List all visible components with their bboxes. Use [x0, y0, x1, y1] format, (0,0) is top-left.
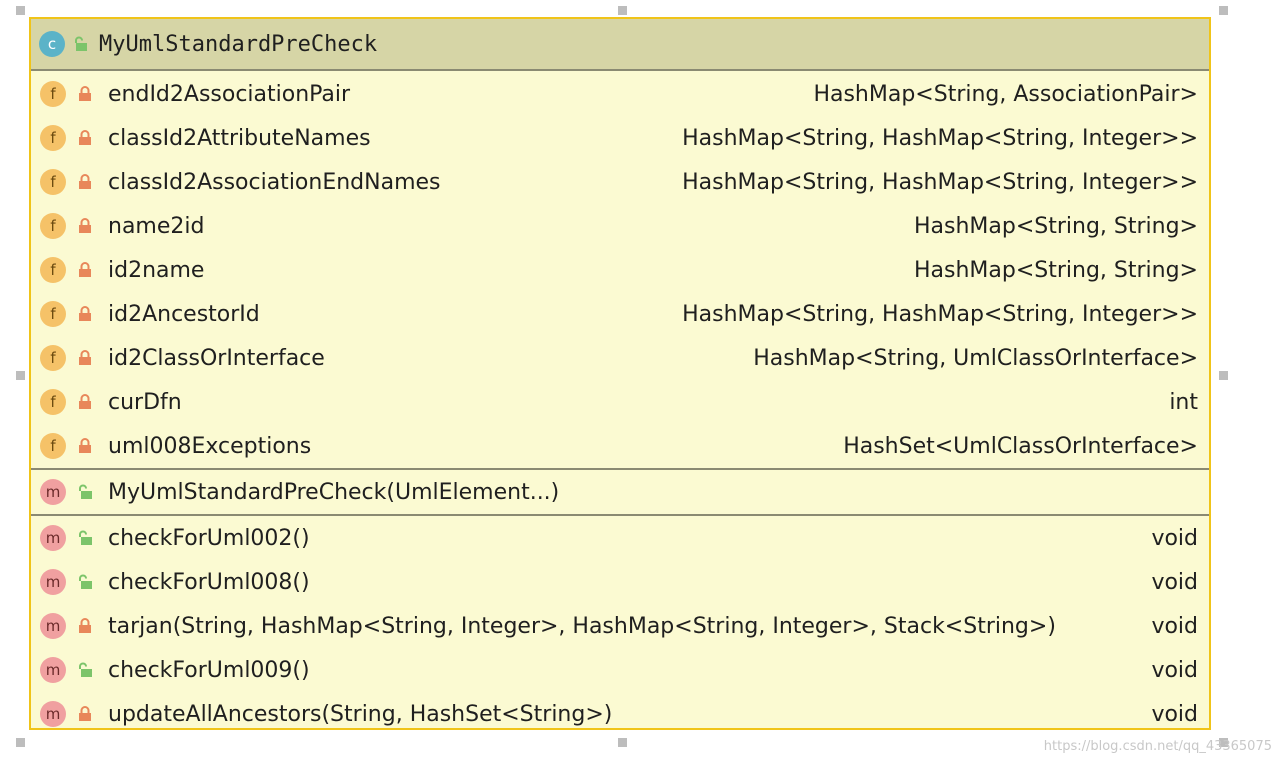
method-name: checkForUml008()	[108, 569, 310, 595]
method-icon: m	[40, 479, 66, 505]
field-name: uml008Exceptions	[108, 433, 312, 459]
method-type: void	[1151, 569, 1198, 595]
method-icon: m	[40, 701, 66, 727]
constructor-row[interactable]: m MyUmlStandardPreCheck(UmlElement...)	[31, 470, 1209, 514]
lock-closed-icon	[79, 130, 91, 145]
field-type: HashMap<String, HashMap<String, Integer>…	[682, 169, 1198, 195]
field-name: id2AncestorId	[108, 301, 260, 327]
field-row[interactable]: f classId2AssociationEndNames HashMap<Stri…	[31, 160, 1209, 204]
method-type: void	[1151, 613, 1198, 639]
field-row[interactable]: f id2name HashMap<String, String>	[31, 248, 1209, 292]
field-type: HashSet<UmlClassOrInterface>	[843, 433, 1198, 459]
field-name: id2name	[108, 257, 205, 283]
method-icon: m	[40, 525, 66, 551]
methods-section: m checkForUml002() void m checkForUml008() vo…	[31, 516, 1209, 728]
method-row[interactable]: m checkForUml002() void	[31, 516, 1209, 560]
lock-closed-icon	[79, 706, 91, 721]
fields-section: f endId2AssociationPair HashMap<String, As…	[31, 72, 1209, 470]
method-type: void	[1151, 657, 1198, 683]
field-icon: f	[40, 169, 66, 195]
field-icon: f	[40, 301, 66, 327]
lock-closed-icon	[79, 174, 91, 189]
field-name: classId2AttributeNames	[108, 125, 371, 151]
constructor-name: MyUmlStandardPreCheck(UmlElement...)	[108, 479, 560, 505]
field-type: HashMap<String, HashMap<String, Integer>…	[682, 125, 1198, 151]
field-name: id2ClassOrInterface	[108, 345, 325, 371]
method-name: checkForUml009()	[108, 657, 310, 683]
method-name: checkForUml002()	[108, 525, 310, 551]
field-icon: f	[40, 257, 66, 283]
method-row[interactable]: m checkForUml008() void	[31, 560, 1209, 604]
method-icon: m	[40, 613, 66, 639]
resize-handle-bottom[interactable]	[618, 738, 627, 747]
lock-open-icon	[75, 36, 87, 51]
field-row[interactable]: f id2AncestorId HashMap<String, HashMap<St…	[31, 292, 1209, 336]
method-type: void	[1151, 525, 1198, 551]
lock-closed-icon	[79, 394, 91, 409]
field-row[interactable]: f name2id HashMap<String, String>	[31, 204, 1209, 248]
method-icon: m	[40, 569, 66, 595]
field-icon: f	[40, 81, 66, 107]
field-icon: f	[40, 345, 66, 371]
constructors-section: m MyUmlStandardPreCheck(UmlElement...)	[31, 470, 1209, 516]
lock-open-icon	[79, 574, 92, 589]
method-row[interactable]: m updateAllAncestors(String, HashSet<Stri…	[31, 692, 1209, 728]
resize-handle-top-left[interactable]	[16, 6, 25, 15]
field-name: curDfn	[108, 389, 182, 415]
watermark: https://blog.csdn.net/qq_43365075	[1043, 739, 1272, 754]
resize-handle-top-right[interactable]	[1219, 6, 1228, 15]
lock-open-icon	[79, 530, 92, 545]
field-type: HashMap<String, UmlClassOrInterface>	[753, 345, 1198, 371]
method-name: updateAllAncestors(String, HashSet<Strin…	[108, 701, 613, 727]
field-row[interactable]: f id2ClassOrInterface HashMap<String, UmlC…	[31, 336, 1209, 380]
field-type: HashMap<String, HashMap<String, Integer>…	[682, 301, 1198, 327]
class-header[interactable]: c MyUmlStandardPreCheck	[31, 19, 1209, 71]
field-type: int	[1169, 389, 1198, 415]
field-row[interactable]: f curDfn int	[31, 380, 1209, 424]
method-type: void	[1151, 701, 1198, 727]
field-type: HashMap<String, String>	[913, 213, 1198, 239]
method-row[interactable]: m checkForUml009() void	[31, 648, 1209, 692]
field-name: classId2AssociationEndNames	[108, 169, 441, 195]
field-row[interactable]: f classId2AttributeNames HashMap<String, H…	[31, 116, 1209, 160]
field-name: name2id	[108, 213, 205, 239]
field-row[interactable]: f endId2AssociationPair HashMap<String, As…	[31, 72, 1209, 116]
lock-open-icon	[79, 484, 92, 499]
resize-handle-top[interactable]	[618, 6, 627, 15]
field-type: HashMap<String, String>	[913, 257, 1198, 283]
field-row[interactable]: f uml008Exceptions HashSet<UmlClassOrInter…	[31, 424, 1209, 468]
method-row[interactable]: m tarjan(String, HashMap<String, Integer>…	[31, 604, 1209, 648]
field-type: HashMap<String, AssociationPair>	[813, 81, 1198, 107]
field-icon: f	[40, 125, 66, 151]
method-icon: m	[40, 657, 66, 683]
lock-closed-icon	[79, 306, 91, 321]
method-name: tarjan(String, HashMap<String, Integer>,…	[108, 613, 1056, 639]
lock-closed-icon	[79, 86, 91, 101]
field-icon: f	[40, 213, 66, 239]
lock-open-icon	[79, 662, 92, 677]
field-name: endId2AssociationPair	[108, 81, 351, 107]
class-icon: c	[39, 31, 65, 57]
lock-closed-icon	[79, 218, 91, 233]
lock-closed-icon	[79, 262, 91, 277]
resize-handle-bottom-left[interactable]	[16, 738, 25, 747]
field-icon: f	[40, 433, 66, 459]
lock-closed-icon	[79, 618, 91, 633]
resize-handle-right[interactable]	[1219, 371, 1228, 380]
lock-closed-icon	[79, 438, 91, 453]
field-icon: f	[40, 389, 66, 415]
class-name: MyUmlStandardPreCheck	[99, 31, 378, 57]
resize-handle-left[interactable]	[16, 371, 25, 380]
lock-closed-icon	[79, 350, 91, 365]
uml-class-node[interactable]: c MyUmlStandardPreCheck f endId2Associati…	[29, 17, 1211, 730]
